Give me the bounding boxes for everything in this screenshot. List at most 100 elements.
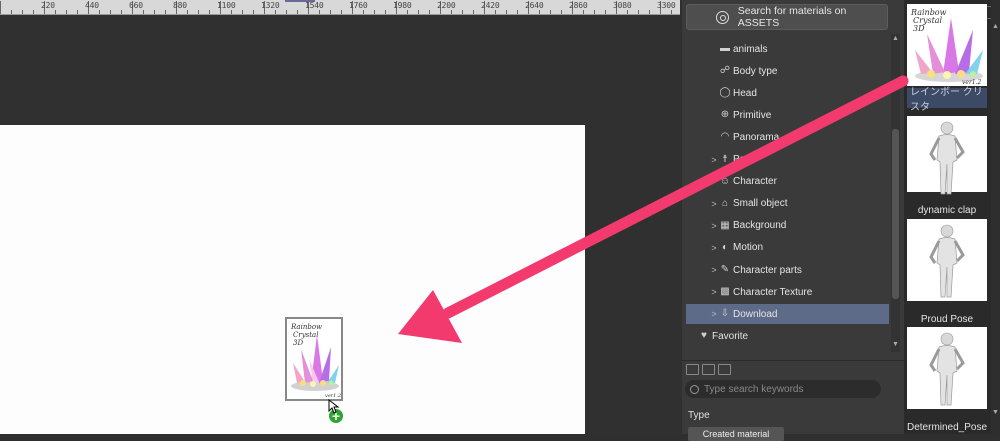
ruler-tick bbox=[286, 10, 287, 14]
expand-chevron-icon[interactable]: > bbox=[709, 221, 719, 231]
thumbnail-scrollbar[interactable] bbox=[991, 0, 1000, 434]
ruler-tick bbox=[319, 10, 320, 14]
ruler-tick bbox=[407, 10, 408, 14]
keyword-search-input[interactable]: Type search keywords bbox=[685, 380, 881, 398]
crystal-title-line3: 3D bbox=[293, 339, 303, 347]
edit-folder-icon[interactable] bbox=[718, 364, 731, 375]
expand-chevron-icon[interactable]: > bbox=[709, 243, 719, 253]
tree-item-animals[interactable]: ▬ animals bbox=[682, 39, 890, 59]
material-thumbnail-list: Rainbow Crystal 3D ver1.2 レインボー クリスタ dynamic … bbox=[904, 0, 1000, 434]
delete-folder-icon[interactable] bbox=[702, 364, 715, 375]
texture-icon: ▩ bbox=[720, 286, 730, 298]
ruler-label: 880 bbox=[173, 1, 187, 10]
thumbnail-title: Determined_Pose bbox=[906, 421, 988, 433]
ruler-tick bbox=[330, 10, 331, 14]
scrollbar-thumb[interactable] bbox=[892, 129, 899, 299]
ruler-label: 1540 bbox=[305, 1, 324, 10]
ruler-tick bbox=[671, 10, 672, 14]
search-icon bbox=[690, 384, 699, 394]
ruler-tick bbox=[649, 10, 650, 14]
scroll-up-icon[interactable]: ▲ bbox=[891, 34, 900, 44]
ruler-tick bbox=[187, 10, 188, 14]
expand-chevron-icon[interactable]: > bbox=[709, 287, 719, 297]
tree-scrollbar[interactable]: ▲ ▼ bbox=[891, 34, 900, 352]
tree-item-head[interactable]: ◯ Head bbox=[682, 83, 890, 103]
search-assets-button[interactable]: Search for materials on ASSETS bbox=[686, 4, 888, 30]
ruler-tick bbox=[385, 10, 386, 14]
tree-item-motion[interactable]: > ◐ Motion bbox=[682, 238, 890, 258]
ruler-tick bbox=[209, 10, 210, 14]
folder-icon: ▬ bbox=[720, 43, 730, 54]
tree-item-label: Character parts bbox=[733, 264, 802, 276]
ruler-tick bbox=[605, 10, 606, 14]
ruler-tick bbox=[561, 10, 562, 14]
material-tree: ▬ animals ☍ Body type ◯ Head ⊕ Primitive ◠ Panora… bbox=[682, 34, 892, 352]
tree-item-label: Favorite bbox=[712, 330, 749, 342]
scroll-down-icon[interactable]: ▼ bbox=[891, 340, 900, 350]
ruler-tick bbox=[110, 10, 111, 14]
tree-item-small-object[interactable]: > ⌂ Small object bbox=[682, 194, 890, 214]
ruler-tick bbox=[77, 10, 78, 14]
ruler-tick bbox=[154, 10, 155, 14]
crystal-title-line2: Crystal bbox=[293, 331, 318, 339]
tree-item-download[interactable]: > ⇩ Download bbox=[686, 304, 889, 325]
ruler-label: 1320 bbox=[261, 1, 280, 10]
material-thumbnail[interactable]: Proud Pose bbox=[907, 219, 987, 325]
tree-item-panorama[interactable]: ◠ Panorama bbox=[682, 127, 890, 147]
created-material-button[interactable]: Created material bbox=[688, 427, 784, 441]
tree-item-label: Download bbox=[733, 308, 778, 320]
primitive-icon: ⊕ bbox=[720, 109, 730, 121]
ruler-tick bbox=[550, 10, 551, 14]
ruler-label: 3300 bbox=[657, 1, 676, 10]
head-icon: ◯ bbox=[719, 87, 731, 99]
thumb-scroll-down-icon[interactable]: ▼ bbox=[991, 408, 1000, 418]
ruler-tick bbox=[11, 10, 12, 14]
tree-item-pose[interactable]: > ☨ Pose bbox=[682, 150, 890, 170]
ruler-tick bbox=[638, 10, 639, 14]
ruler-label: 220 bbox=[41, 1, 55, 10]
ruler-tick bbox=[0, 1, 1, 14]
expand-chevron-icon[interactable]: > bbox=[709, 155, 719, 165]
small-object-icon: ⌂ bbox=[721, 197, 729, 209]
assets-icon bbox=[716, 10, 729, 24]
ruler-tick bbox=[363, 10, 364, 14]
expand-chevron-icon[interactable]: > bbox=[709, 309, 719, 319]
tree-item-character-parts[interactable]: > ✎ Character parts bbox=[682, 260, 890, 280]
tree-item-character[interactable]: ☺ Character bbox=[682, 172, 890, 192]
tree-item-label: Body type bbox=[733, 65, 778, 77]
folder-toolbar bbox=[682, 360, 904, 377]
ruler-tick bbox=[55, 10, 56, 14]
svg-text:3D: 3D bbox=[913, 24, 925, 33]
tree-item-body-type[interactable]: ☍ Body type bbox=[682, 61, 890, 81]
ruler-label: 1760 bbox=[349, 1, 368, 10]
material-thumbnail[interactable]: Rainbow Crystal 3D ver1.2 レインボー クリスタ bbox=[907, 4, 987, 113]
expand-chevron-icon[interactable]: > bbox=[709, 265, 719, 275]
tree-item-label: Head bbox=[733, 87, 757, 99]
ruler-tick bbox=[66, 10, 67, 14]
crystal-preview-icon: Rainbow Crystal 3D ver1.2 bbox=[290, 323, 341, 399]
tree-item-primitive[interactable]: ⊕ Primitive bbox=[682, 105, 890, 125]
tree-item-label: Primitive bbox=[733, 109, 772, 121]
tree-item-character-texture[interactable]: > ▩ Character Texture bbox=[682, 282, 890, 302]
material-thumbnail[interactable]: dynamic clap bbox=[907, 110, 987, 216]
ruler-tick bbox=[429, 10, 430, 14]
ruler-tick bbox=[627, 10, 628, 14]
new-folder-icon[interactable] bbox=[686, 364, 699, 375]
ruler-label: 2860 bbox=[569, 1, 588, 10]
dragged-material-thumbnail[interactable]: Rainbow Crystal 3D ver1.2 bbox=[285, 317, 343, 401]
ruler-label: 2420 bbox=[481, 1, 500, 10]
thumb-scroll-up-icon[interactable]: ▲ bbox=[991, 22, 1000, 32]
crystal-thumbnail-image: Rainbow Crystal 3D ver1.2 bbox=[907, 4, 987, 86]
crystal-title-line1: Rainbow bbox=[290, 323, 322, 331]
tree-item-background[interactable]: > ▦ Background bbox=[682, 216, 890, 236]
material-panel: Search for materials on ASSETS ▬ animals ☍… bbox=[682, 0, 904, 441]
ruler-tick bbox=[99, 10, 100, 14]
tree-item-favorite[interactable]: ♥ Favorite bbox=[682, 326, 890, 346]
body-type-icon: ☍ bbox=[719, 65, 731, 77]
ruler-label: 2640 bbox=[525, 1, 544, 10]
ruler-tick bbox=[374, 10, 375, 14]
ruler-label: 660 bbox=[129, 1, 143, 10]
expand-chevron-icon[interactable]: > bbox=[709, 199, 719, 209]
material-thumbnail[interactable]: Determined_Pose bbox=[907, 327, 987, 433]
ruler-tick bbox=[198, 10, 199, 14]
